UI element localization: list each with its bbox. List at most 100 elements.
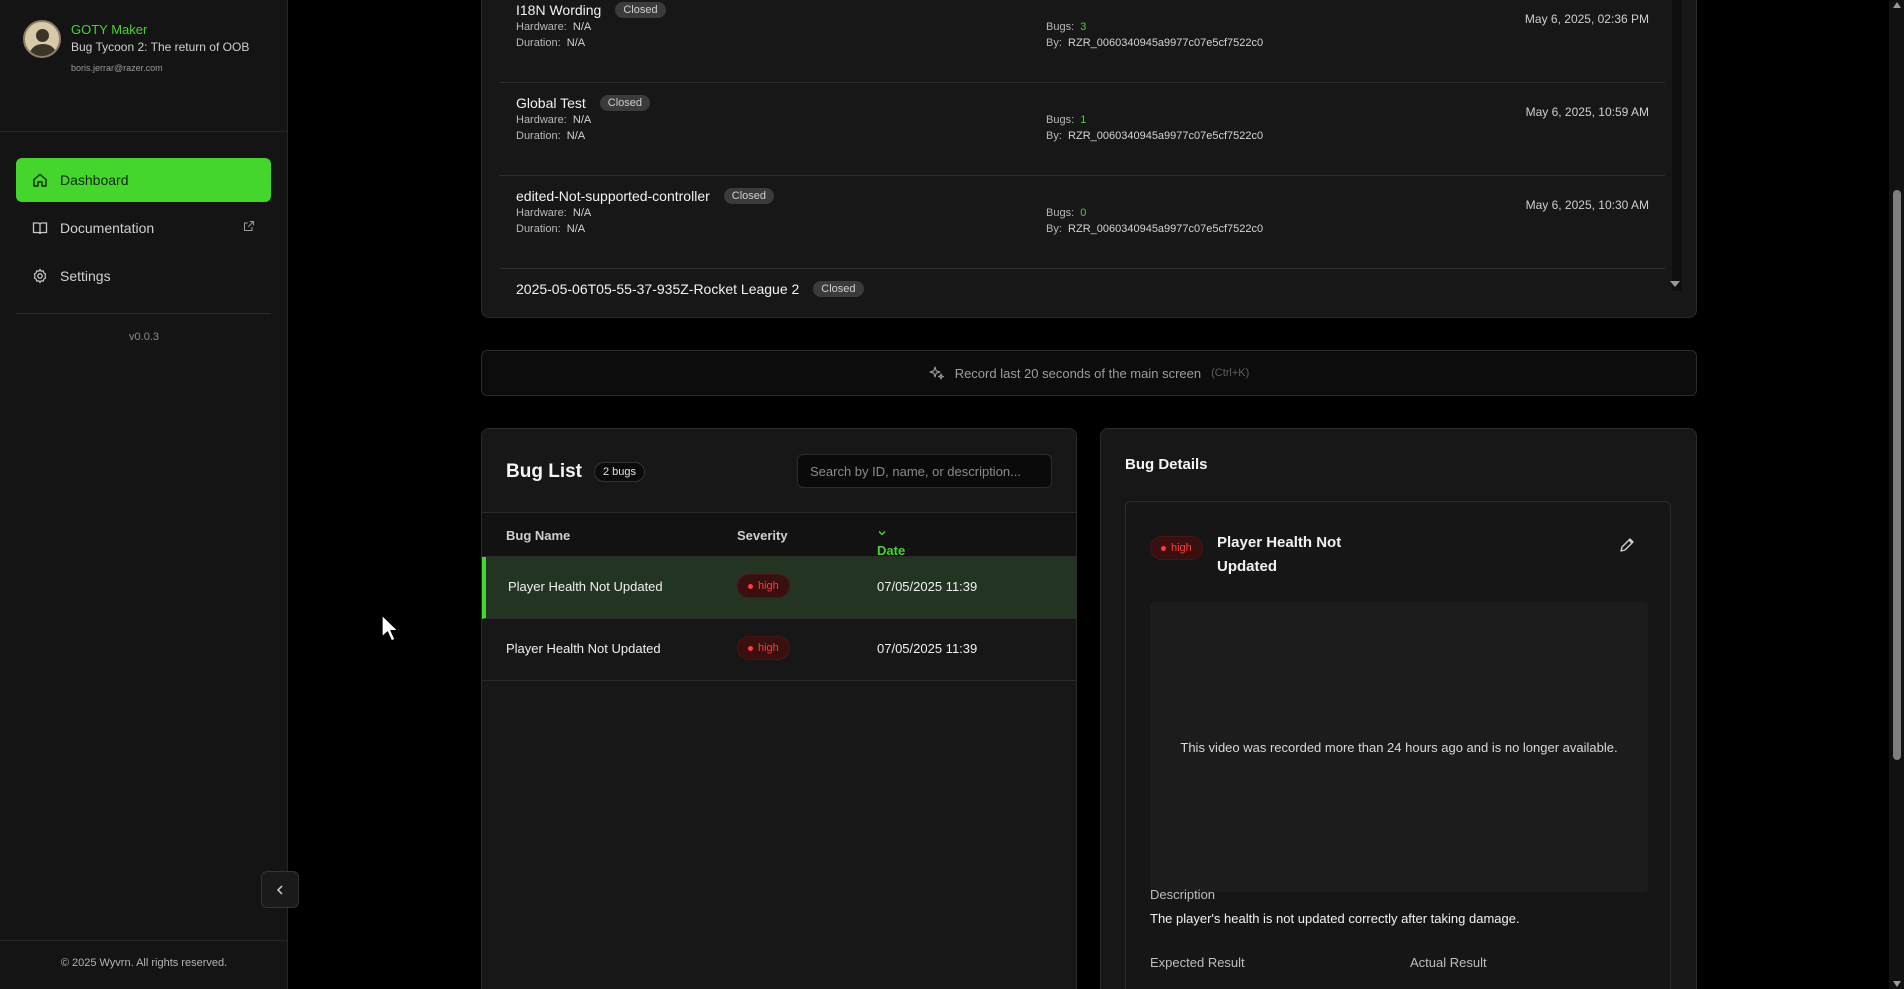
severity-badge: high bbox=[1150, 536, 1203, 560]
session-author: RZR_0060340945a9977c07e5cf7522c0 bbox=[1068, 130, 1264, 142]
severity-badge: high bbox=[737, 574, 790, 598]
sidebar-item-dashboard[interactable]: Dashboard bbox=[16, 158, 271, 202]
bugs-count: 0 bbox=[1080, 207, 1087, 219]
session-item[interactable]: I18N Wording Closed Hardware: N/A Duration… bbox=[499, 0, 1665, 83]
description-text: The player's health is not updated corre… bbox=[1150, 911, 1520, 926]
by-label: By: bbox=[1046, 223, 1062, 235]
profile-game: Bug Tycoon 2: The return of OOB bbox=[71, 40, 250, 54]
search-input[interactable] bbox=[797, 454, 1052, 488]
divider bbox=[0, 940, 288, 941]
shortcut-hint: (Ctrl+K) bbox=[1211, 367, 1250, 379]
hardware-value: N/A bbox=[572, 21, 592, 33]
status-badge: Closed bbox=[813, 281, 864, 297]
sidebar-item-documentation[interactable]: Documentation bbox=[16, 206, 271, 250]
sparkle-icon bbox=[929, 366, 944, 380]
mouse-cursor-icon bbox=[381, 614, 399, 642]
hardware-label: Hardware: bbox=[516, 114, 567, 126]
sessions-scrollbar[interactable] bbox=[1672, 0, 1682, 291]
bug-details-panel: Bug Details high Player Health Not Updat… bbox=[1100, 428, 1697, 989]
bugs-label: Bugs: bbox=[1046, 207, 1075, 219]
session-author: RZR_0060340945a9977c07e5cf7522c0 bbox=[1068, 223, 1264, 235]
sidebar-nav: Dashboard Documentation Settings bbox=[16, 158, 271, 302]
session-item[interactable]: edited-Not-supported-controller Closed Ha… bbox=[499, 176, 1665, 269]
column-bug-name[interactable]: Bug Name bbox=[506, 528, 570, 543]
page-scrollbar[interactable] bbox=[1889, 0, 1904, 989]
scroll-down-arrow-icon[interactable] bbox=[1893, 981, 1901, 987]
book-icon bbox=[32, 222, 48, 235]
footer-copyright: © 2025 Wyvrn. All rights reserved. bbox=[60, 957, 228, 969]
session-title: I18N Wording bbox=[516, 2, 602, 18]
bug-list-title: Bug List bbox=[506, 461, 582, 482]
session-item[interactable]: Global Test Closed Hardware: N/A Duration:… bbox=[499, 83, 1665, 176]
hardware-value: N/A bbox=[572, 207, 592, 219]
sessions-panel: I18N Wording Closed Hardware: N/A Duration… bbox=[481, 0, 1697, 318]
divider bbox=[16, 313, 271, 314]
by-label: By: bbox=[1046, 37, 1062, 49]
external-link-icon bbox=[243, 220, 255, 232]
profile[interactable]: GOTY Maker Bug Tycoon 2: The return of O… bbox=[23, 20, 249, 73]
duration-value: N/A bbox=[566, 37, 586, 49]
column-date-label: Date bbox=[877, 543, 906, 558]
chevron-down-icon bbox=[878, 531, 886, 536]
hardware-value: N/A bbox=[572, 114, 592, 126]
gear-icon bbox=[33, 268, 47, 284]
record-button[interactable]: Record last 20 seconds of the main scree… bbox=[481, 350, 1697, 396]
status-badge: Closed bbox=[723, 188, 775, 204]
bugs-label: Bugs: bbox=[1046, 21, 1075, 33]
column-date[interactable]: Date bbox=[877, 528, 905, 558]
bug-name: Player Health Not Updated bbox=[508, 579, 663, 594]
sidebar-item-settings[interactable]: Settings bbox=[16, 254, 271, 298]
session-date: May 6, 2025, 10:30 AM bbox=[1525, 198, 1649, 212]
expected-result-label: Expected Result bbox=[1150, 955, 1245, 970]
table-row[interactable]: Player Health Not Updated high 07/05/202… bbox=[482, 619, 1076, 681]
scroll-up-arrow-icon[interactable] bbox=[1893, 2, 1901, 8]
bugs-count: 1 bbox=[1080, 114, 1087, 126]
bug-list-panel: Bug List 2 bugs Bug Name Severity Date P… bbox=[481, 428, 1077, 989]
table-row[interactable]: Player Health Not Updated high 07/05/202… bbox=[482, 557, 1076, 619]
session-title: 2025-05-06T05-55-37-935Z-Rocket League 2 bbox=[516, 281, 800, 297]
chevron-left-icon bbox=[276, 884, 283, 895]
scrollbar-thumb[interactable] bbox=[1893, 190, 1901, 760]
bug-date: 07/05/2025 11:39 bbox=[877, 641, 978, 656]
duration-label: Duration: bbox=[516, 130, 561, 142]
scroll-down-arrow-icon[interactable] bbox=[1670, 281, 1680, 287]
hardware-label: Hardware: bbox=[516, 207, 567, 219]
bug-name: Player Health Not Updated bbox=[506, 641, 661, 656]
sidebar: GOTY Maker Bug Tycoon 2: The return of O… bbox=[0, 0, 288, 989]
bugs-count: 3 bbox=[1080, 21, 1087, 33]
sidebar-item-label: Dashboard bbox=[60, 172, 129, 188]
session-author: RZR_0060340945a9977c07e5cf7522c0 bbox=[1068, 37, 1264, 49]
table-header: Bug Name Severity Date bbox=[482, 512, 1076, 558]
duration-label: Duration: bbox=[516, 223, 561, 235]
actual-result-label: Actual Result bbox=[1410, 955, 1487, 970]
session-date: May 6, 2025, 02:36 PM bbox=[1524, 12, 1649, 26]
sidebar-item-label: Settings bbox=[60, 268, 111, 284]
session-title: Global Test bbox=[516, 95, 586, 111]
severity-badge: high bbox=[737, 636, 790, 660]
video-placeholder: This video was recorded more than 24 hou… bbox=[1150, 602, 1648, 892]
duration-label: Duration: bbox=[516, 37, 561, 49]
sidebar-item-label: Documentation bbox=[60, 220, 155, 236]
app-version: v0.0.3 bbox=[129, 331, 159, 343]
column-severity[interactable]: Severity bbox=[737, 528, 788, 543]
collapse-sidebar-button[interactable] bbox=[261, 871, 299, 908]
duration-value: N/A bbox=[566, 130, 586, 142]
edit-icon[interactable] bbox=[1618, 536, 1636, 554]
bug-date: 07/05/2025 11:39 bbox=[877, 579, 978, 594]
profile-name: GOTY Maker bbox=[71, 22, 148, 37]
record-label: Record last 20 seconds of the main scree… bbox=[954, 365, 1202, 381]
video-message: This video was recorded more than 24 hou… bbox=[1180, 739, 1618, 755]
bug-details-card: high Player Health Not Updated This vide… bbox=[1125, 501, 1671, 989]
home-icon bbox=[33, 173, 47, 187]
bug-count-badge: 2 bugs bbox=[594, 462, 646, 482]
duration-value: N/A bbox=[566, 223, 586, 235]
status-badge: Closed bbox=[599, 95, 651, 111]
bug-details-title: Bug Details bbox=[1125, 456, 1208, 473]
description-label: Description bbox=[1150, 887, 1216, 902]
profile-email: boris.jerrar@razer.com bbox=[71, 63, 163, 73]
session-item[interactable]: 2025-05-06T05-55-37-935Z-Rocket League 2… bbox=[499, 269, 1665, 317]
by-label: By: bbox=[1046, 130, 1062, 142]
hardware-label: Hardware: bbox=[516, 21, 567, 33]
divider bbox=[0, 131, 288, 132]
session-date: May 6, 2025, 10:59 AM bbox=[1525, 105, 1649, 119]
